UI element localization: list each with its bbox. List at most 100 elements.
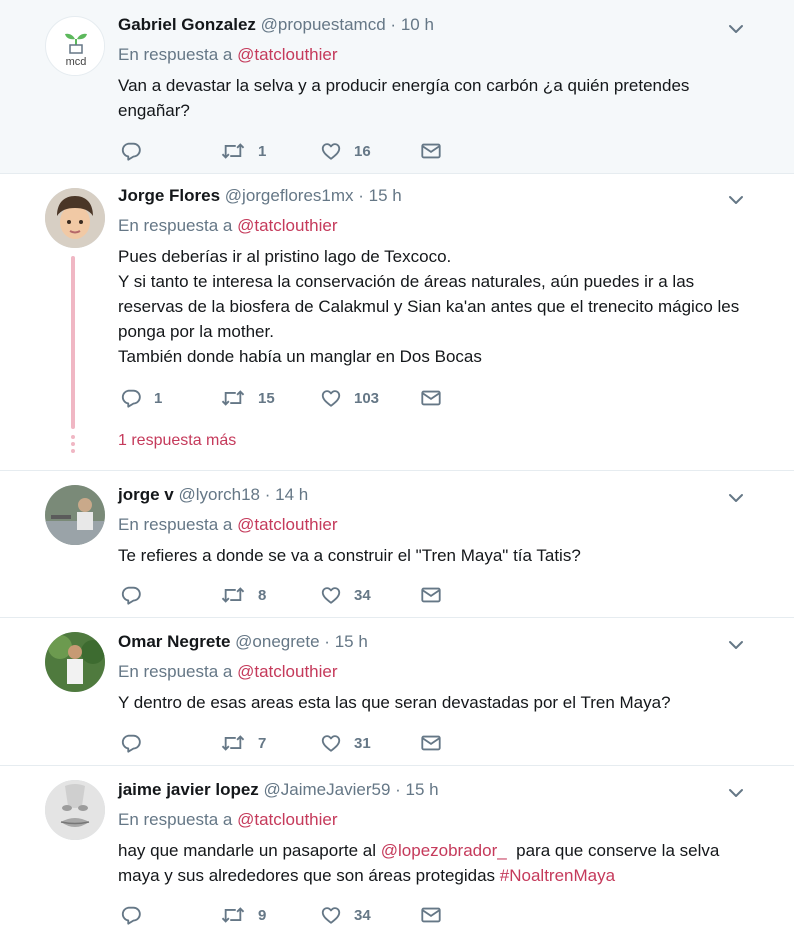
tweet-jorge-v[interactable]: jorge v @lyorch18 · 14 h En respuesta a … <box>0 471 794 618</box>
like-button[interactable]: 34 <box>320 583 420 607</box>
chevron-down-icon[interactable] <box>726 190 746 210</box>
chevron-down-icon[interactable] <box>726 635 746 655</box>
like-count: 103 <box>354 389 380 407</box>
reply-to-mention[interactable]: @tatclouthier <box>237 662 337 681</box>
like-icon <box>320 140 342 162</box>
retweet-count: 7 <box>258 734 267 752</box>
like-icon <box>320 387 342 409</box>
reply-icon <box>120 140 142 162</box>
tweet-text: hay que mandarle un pasaporte al @lopezo… <box>118 841 720 885</box>
reply-context: En respuesta a @tatclouthier <box>118 216 338 235</box>
retweet-icon <box>220 140 246 162</box>
reply-context: En respuesta a @tatclouthier <box>118 662 338 681</box>
message-icon <box>420 387 442 409</box>
message-icon <box>420 904 442 926</box>
timestamp[interactable]: 15 h <box>335 632 368 651</box>
message-icon <box>420 732 442 754</box>
author-name[interactable]: Gabriel Gonzalez <box>118 15 256 34</box>
profile-photo <box>45 632 105 692</box>
message-button[interactable] <box>420 731 442 755</box>
reply-button[interactable] <box>120 903 220 927</box>
thread-line <box>71 256 75 429</box>
reply-to-mention[interactable]: @tatclouthier <box>237 216 337 235</box>
like-button[interactable]: 103 <box>320 386 420 410</box>
author-name[interactable]: jaime javier lopez <box>118 780 259 799</box>
tweet-header: Omar Negrete @onegrete · 15 h <box>118 632 368 651</box>
message-button[interactable] <box>420 386 442 410</box>
reply-context: En respuesta a @tatclouthier <box>118 45 338 64</box>
message-button[interactable] <box>420 139 442 163</box>
reply-button[interactable] <box>120 139 220 163</box>
like-icon <box>320 732 342 754</box>
tweet-omar-negrete[interactable]: Omar Negrete @onegrete · 15 h En respues… <box>0 618 794 766</box>
tweet-actions: 8 34 <box>120 583 442 607</box>
author-handle[interactable]: @jorgeflores1mx <box>225 186 354 205</box>
timestamp[interactable]: 10 h <box>401 15 434 34</box>
retweet-button[interactable]: 8 <box>220 583 320 607</box>
reply-to-mention[interactable]: @tatclouthier <box>237 515 337 534</box>
timestamp[interactable]: 15 h <box>406 780 439 799</box>
reply-context: En respuesta a @tatclouthier <box>118 515 338 534</box>
tweet-text: Pues deberías ir al pristino lago de Tex… <box>118 247 740 366</box>
retweet-count: 9 <box>258 906 267 924</box>
profile-photo <box>45 188 105 248</box>
chevron-down-icon[interactable] <box>726 19 746 39</box>
author-handle[interactable]: @propuestamcd <box>261 15 386 34</box>
reply-count: 1 <box>154 389 163 407</box>
timestamp[interactable]: 15 h <box>369 186 402 205</box>
retweet-button[interactable]: 1 <box>220 139 320 163</box>
like-button[interactable]: 34 <box>320 903 420 927</box>
reply-context: En respuesta a @tatclouthier <box>118 810 338 829</box>
author-handle[interactable]: @lyorch18 <box>178 485 260 504</box>
tweet-timeline: mcd Gabriel Gonzalez @propuestamcd · 10 … <box>0 0 794 927</box>
tweet-jaime-javier-lopez[interactable]: jaime javier lopez @JaimeJavier59 · 15 h… <box>0 766 794 927</box>
mcd-logo-icon: mcd <box>47 18 104 75</box>
retweet-icon <box>220 387 246 409</box>
avatar[interactable] <box>45 188 105 248</box>
reply-icon <box>120 732 142 754</box>
reply-to-mention[interactable]: @tatclouthier <box>237 810 337 829</box>
author-handle[interactable]: @onegrete <box>235 632 319 651</box>
avatar[interactable]: mcd <box>45 16 105 76</box>
avatar[interactable] <box>45 632 105 692</box>
like-count: 16 <box>354 142 371 160</box>
author-name[interactable]: Omar Negrete <box>118 632 230 651</box>
tweet-actions: 7 31 <box>120 731 442 755</box>
reply-button[interactable] <box>120 583 220 607</box>
like-button[interactable]: 16 <box>320 139 420 163</box>
mention-link[interactable]: @lopezobrador_ <box>381 841 507 860</box>
like-button[interactable]: 31 <box>320 731 420 755</box>
like-count: 34 <box>354 906 371 924</box>
author-name[interactable]: Jorge Flores <box>118 186 220 205</box>
tweet-gabriel-gonzalez[interactable]: mcd Gabriel Gonzalez @propuestamcd · 10 … <box>0 0 794 174</box>
tweet-header: jaime javier lopez @JaimeJavier59 · 15 h <box>118 780 439 799</box>
avatar[interactable] <box>45 485 105 545</box>
avatar[interactable] <box>45 780 105 840</box>
timestamp[interactable]: 14 h <box>275 485 308 504</box>
retweet-button[interactable]: 9 <box>220 903 320 927</box>
svg-text:mcd: mcd <box>66 56 87 68</box>
more-replies-link[interactable]: 1 respuesta más <box>118 432 236 450</box>
reply-button[interactable] <box>120 731 220 755</box>
author-handle[interactable]: @JaimeJavier59 <box>264 780 391 799</box>
reply-to-mention[interactable]: @tatclouthier <box>237 45 337 64</box>
chevron-down-icon[interactable] <box>726 783 746 803</box>
retweet-button[interactable]: 15 <box>220 386 320 410</box>
tweet-jorge-flores[interactable]: Jorge Flores @jorgeflores1mx · 15 h En r… <box>0 174 794 471</box>
tweet-header: Jorge Flores @jorgeflores1mx · 15 h <box>118 186 402 205</box>
tweet-text: Van a devastar la selva y a producir ene… <box>118 76 690 120</box>
author-name[interactable]: jorge v <box>118 485 174 504</box>
reply-icon <box>120 387 142 409</box>
reply-button[interactable]: 1 <box>120 386 220 410</box>
retweet-count: 8 <box>258 586 267 604</box>
like-count: 34 <box>354 586 371 604</box>
like-count: 31 <box>354 734 371 752</box>
chevron-down-icon[interactable] <box>726 488 746 508</box>
tweet-actions: 9 34 <box>120 903 442 927</box>
retweet-button[interactable]: 7 <box>220 731 320 755</box>
hashtag-link[interactable]: #NoaltrenMaya <box>500 866 615 885</box>
message-icon <box>420 140 442 162</box>
message-button[interactable] <box>420 903 442 927</box>
like-icon <box>320 904 342 926</box>
message-button[interactable] <box>420 583 442 607</box>
